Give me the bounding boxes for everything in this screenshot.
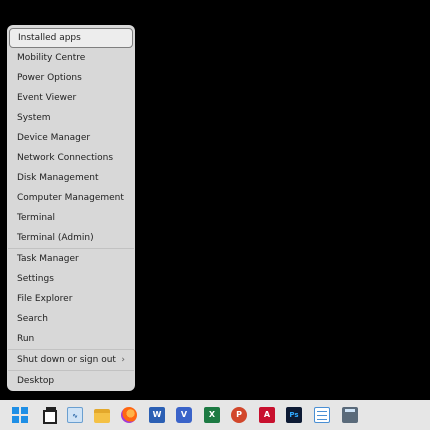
menu-item-event-viewer[interactable]: Event Viewer	[9, 88, 133, 108]
firefox-icon[interactable]	[121, 407, 137, 423]
word-icon[interactable]: W	[149, 407, 165, 423]
menu-item-computer-management[interactable]: Computer Management	[9, 188, 133, 208]
performance-monitor-icon[interactable]: ∿	[67, 407, 83, 423]
powerpoint-icon[interactable]: P	[231, 407, 247, 423]
menu-item-installed-apps[interactable]: Installed apps	[9, 28, 133, 48]
photoshop-icon[interactable]: Ps	[286, 407, 302, 423]
notepad-icon[interactable]	[314, 407, 330, 423]
menu-item-shut-down[interactable]: Shut down or sign out ›	[9, 350, 133, 370]
acrobat-icon[interactable]: A	[259, 407, 275, 423]
menu-item-label: Shut down or sign out	[17, 355, 116, 365]
menu-item-terminal[interactable]: Terminal	[9, 208, 133, 228]
menu-item-file-explorer[interactable]: File Explorer	[9, 289, 133, 309]
winx-context-menu: Installed apps Mobility Centre Power Opt…	[7, 25, 135, 391]
excel-icon[interactable]: X	[204, 407, 220, 423]
menu-item-network-connections[interactable]: Network Connections	[9, 148, 133, 168]
task-view-icon[interactable]	[41, 407, 57, 424]
menu-item-run[interactable]: Run	[9, 329, 133, 349]
menu-item-task-manager[interactable]: Task Manager	[9, 249, 133, 269]
menu-item-settings[interactable]: Settings	[9, 269, 133, 289]
chevron-right-icon: ›	[121, 355, 125, 365]
menu-item-mobility-centre[interactable]: Mobility Centre	[9, 48, 133, 68]
menu-item-disk-management[interactable]: Disk Management	[9, 168, 133, 188]
calculator-icon[interactable]	[342, 407, 358, 423]
menu-item-search[interactable]: Search	[9, 309, 133, 329]
menu-item-terminal-admin[interactable]: Terminal (Admin)	[9, 228, 133, 248]
menu-item-desktop[interactable]: Desktop	[9, 371, 133, 391]
file-explorer-icon[interactable]	[94, 409, 110, 423]
menu-item-power-options[interactable]: Power Options	[9, 68, 133, 88]
menu-item-device-manager[interactable]: Device Manager	[9, 128, 133, 148]
taskbar: ∿ W V X P A Ps	[0, 400, 430, 430]
windows-start-icon[interactable]	[12, 407, 28, 423]
visio-icon[interactable]: V	[176, 407, 192, 423]
menu-item-system[interactable]: System	[9, 108, 133, 128]
